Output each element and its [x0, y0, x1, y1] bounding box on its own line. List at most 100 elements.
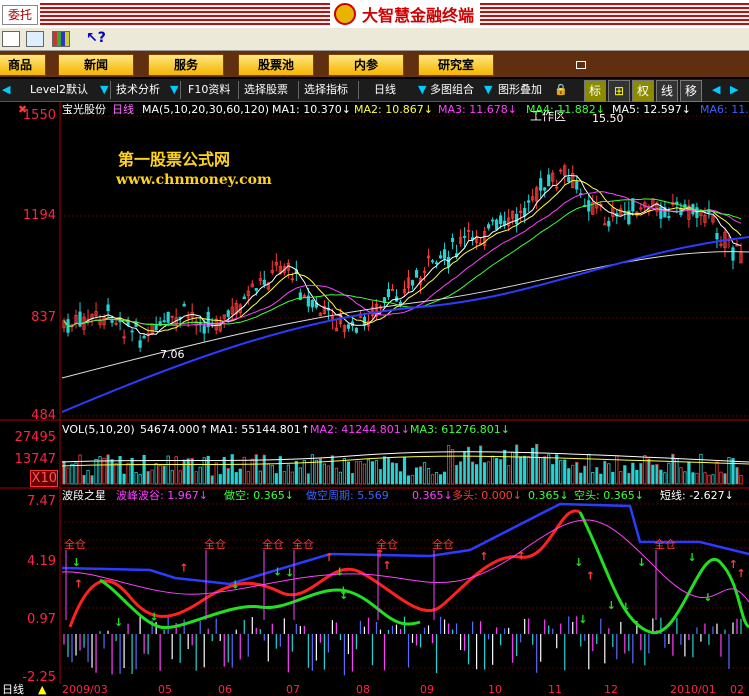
- nav-goods[interactable]: 商品: [0, 54, 46, 76]
- nav-stock-pool[interactable]: 股票池: [238, 54, 314, 76]
- workspace-dropdown-icon[interactable]: [576, 61, 586, 69]
- buy-arrow-icon: ↑: [586, 570, 595, 583]
- books-icon[interactable]: [52, 31, 70, 47]
- menu-next-icon[interactable]: ▶: [730, 82, 738, 98]
- toggle-mark[interactable]: 标: [584, 80, 606, 102]
- menu-overlay[interactable]: 图形叠加: [498, 82, 542, 98]
- volume-bar: [70, 463, 74, 485]
- volume-bar: [595, 467, 599, 485]
- volume-bar: [382, 456, 387, 485]
- volume-bar: [687, 461, 691, 485]
- nav-service[interactable]: 服务: [148, 54, 224, 76]
- vol-label: VOL(5,10,20): [62, 423, 135, 436]
- toggle-line[interactable]: 线: [656, 80, 678, 102]
- nav-news[interactable]: 新闻: [58, 54, 134, 76]
- volume-bar: [675, 458, 679, 485]
- nav-research[interactable]: 研究室: [418, 54, 494, 76]
- volume-bar: [579, 472, 583, 485]
- menu-tech-dropdown-icon[interactable]: ▼: [170, 82, 178, 98]
- vol-ma3: MA3: 61276.801↓: [410, 423, 510, 436]
- price-candle: [607, 220, 611, 227]
- window-icon[interactable]: [26, 31, 44, 47]
- ind-tick-1: 7.47: [27, 494, 56, 509]
- volume-bar: [186, 458, 190, 485]
- volume-bar: [659, 469, 663, 485]
- volume-bar: [739, 474, 743, 485]
- price-candle: [346, 324, 351, 329]
- menu-level2[interactable]: Level2默认: [30, 82, 88, 98]
- volume-bar: [102, 457, 106, 485]
- menu-f10[interactable]: F10资料: [188, 82, 230, 98]
- price-candle: [487, 224, 491, 229]
- volume-bar: [258, 470, 262, 485]
- menu-daily[interactable]: 日线: [374, 82, 396, 98]
- volume-bar: [334, 467, 339, 485]
- toggle-rights[interactable]: 权: [632, 80, 654, 102]
- volume-bar: [406, 475, 411, 485]
- volume-bar: [499, 459, 503, 485]
- price-candle: [462, 236, 467, 238]
- indicator-long: 多头: 0.000↓: [452, 489, 522, 502]
- indicator-kongtou: 空头: 0.365↓: [574, 489, 644, 502]
- watermark-url: www.chnmoney.com: [116, 172, 272, 188]
- volume-bar: [703, 472, 707, 485]
- volume-bar: [695, 472, 699, 485]
- volume-bar: [551, 464, 555, 485]
- date-scroll-icon[interactable]: ▲: [38, 684, 46, 696]
- menu-tech-analysis[interactable]: 技术分析: [116, 82, 160, 98]
- menu-period-dropdown-icon[interactable]: ▼: [418, 82, 426, 98]
- volume-bar: [450, 449, 455, 485]
- delegate-button[interactable]: 委托: [2, 5, 38, 25]
- nav-bar: 商品 新闻 服务 股票池 内参 研究室 工作区: [0, 51, 749, 123]
- price-candle: [499, 215, 503, 225]
- price-candle: [130, 330, 134, 333]
- sell-arrow-icon: ↓: [335, 566, 344, 579]
- price-candle: [142, 336, 146, 339]
- menu-multi-dropdown-icon[interactable]: ▼: [484, 82, 492, 98]
- volume-bar: [559, 459, 563, 485]
- volume-bar: [491, 455, 495, 485]
- menu-level2-dropdown-icon[interactable]: ▼: [100, 82, 108, 98]
- volume-bar: [651, 464, 655, 485]
- volume-bar: [362, 463, 367, 485]
- volume-bar: [354, 461, 359, 485]
- menu-select-stock[interactable]: 选择股票: [244, 82, 288, 98]
- volume-bar: [218, 474, 222, 485]
- signal-label: 全仓: [292, 537, 314, 551]
- vol-tick-mid: 13747: [14, 452, 56, 467]
- price-candle: [106, 304, 110, 312]
- volume-bar: [466, 446, 471, 485]
- date-period-label[interactable]: 日线: [2, 684, 24, 696]
- stock-chart-area[interactable]: 全仓 全仓 全仓 全仓 全仓 全仓 全仓↑↓↓↓↓↑↓↓↓↑↓↓ ↓↑↑↓↑↑↓↑ ↑↓↑↓↓↓: [0, 102, 749, 684]
- volume-bar: [426, 467, 431, 485]
- volume-bar: [599, 473, 603, 485]
- volume-bar: [154, 463, 158, 485]
- volume-bar: [358, 461, 363, 485]
- y-tick-1550: 1550: [22, 108, 56, 123]
- date-tick: 06: [218, 683, 232, 696]
- signal-label: 全仓: [64, 537, 86, 551]
- stock-name: 宝光股份: [62, 103, 106, 116]
- nav-insider[interactable]: 内参: [328, 54, 404, 76]
- menu-select-indicator[interactable]: 选择指标: [304, 82, 348, 98]
- volume-bar: [254, 454, 258, 485]
- volume-bar: [430, 474, 435, 485]
- volume-bar: [326, 465, 330, 485]
- lock-icon[interactable]: 🔒: [554, 82, 568, 98]
- price-candle: [491, 219, 495, 222]
- menu-prev-icon[interactable]: ◀: [712, 82, 720, 98]
- volume-bar: [434, 472, 439, 485]
- menu-back-icon[interactable]: ◀: [2, 82, 10, 98]
- volume-bar: [262, 454, 266, 485]
- help-icon[interactable]: ↖?: [86, 30, 106, 46]
- price-candle: [695, 207, 699, 219]
- price-candle: [450, 238, 455, 242]
- toggle-move[interactable]: 移: [680, 80, 702, 102]
- toggle-grid[interactable]: ⊞: [608, 80, 630, 102]
- menu-multi-chart[interactable]: 多图组合: [430, 82, 474, 98]
- print-icon[interactable]: [2, 31, 20, 47]
- volume-bar: [210, 475, 214, 485]
- volume-bar: [198, 466, 202, 485]
- price-candle: [446, 256, 451, 268]
- volume-bar: [386, 457, 391, 485]
